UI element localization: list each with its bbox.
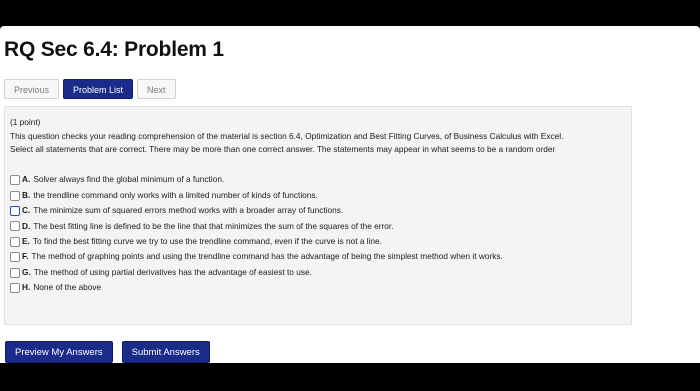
choice-text: the trendline command only works with a … <box>33 189 318 200</box>
problem-intro: This question checks your reading compre… <box>10 130 564 141</box>
choice-g[interactable]: G. The method of using partial derivativ… <box>10 265 626 280</box>
choice-f[interactable]: F. The method of graphing points and usi… <box>10 249 626 264</box>
choice-e[interactable]: E. To find the best fitting curve we try… <box>10 234 626 249</box>
choice-letter: F. <box>22 251 29 262</box>
problem-instructions: Select all statements that are correct. … <box>10 144 556 154</box>
choice-letter: D. <box>22 220 31 231</box>
choice-letter: H. <box>22 282 31 293</box>
choice-letter: C. <box>22 205 31 216</box>
problem-page: RQ Sec 6.4: Problem 1 Previous Problem L… <box>0 26 700 363</box>
previous-button[interactable]: Previous <box>4 79 60 99</box>
checkbox[interactable] <box>10 175 20 186</box>
choice-text: The best fitting line is defined to be t… <box>33 220 394 231</box>
choice-letter: E. <box>22 236 30 246</box>
choice-text: To find the best fitting curve we try to… <box>32 236 382 246</box>
choice-letter: A. <box>22 174 31 185</box>
choice-text: The minimize sum of squared errors metho… <box>33 205 344 216</box>
problem-list-button[interactable]: Problem List <box>63 79 134 99</box>
choice-text: Solver always find the global minimum of… <box>33 174 225 185</box>
checkbox[interactable] <box>10 236 20 247</box>
submit-answers-button[interactable]: Submit Answers <box>121 341 210 363</box>
choice-text: None of the above <box>33 282 102 293</box>
problem-nav: Previous Problem List Next <box>4 79 176 99</box>
checkbox[interactable] <box>10 267 20 278</box>
choice-d[interactable]: D. The best fitting line is defined to b… <box>10 219 626 234</box>
choice-text: The method of using partial derivatives … <box>33 266 312 277</box>
choice-b[interactable]: B. the trendline command only works with… <box>10 188 626 203</box>
checkbox[interactable] <box>10 205 20 216</box>
preview-answers-button[interactable]: Preview My Answers <box>5 341 113 363</box>
problem-points: (1 point) <box>10 117 41 127</box>
choice-list: A. Solver always find the global minimum… <box>10 173 626 296</box>
choice-h[interactable]: H. None of the above <box>10 280 626 295</box>
page-title: RQ Sec 6.4: Problem 1 <box>4 38 224 61</box>
choice-letter: G. <box>22 266 31 277</box>
choice-letter: B. <box>22 189 31 200</box>
choice-a[interactable]: A. Solver always find the global minimum… <box>10 173 626 188</box>
answer-actions: Preview My Answers Submit Answers <box>5 341 210 363</box>
checkbox[interactable] <box>10 190 20 201</box>
checkbox[interactable] <box>10 282 20 293</box>
choice-text: The method of graphing points and using … <box>31 251 503 262</box>
checkbox[interactable] <box>10 252 20 263</box>
problem-panel: (1 point) This question checks your read… <box>4 106 632 325</box>
choice-c[interactable]: C. The minimize sum of squared errors me… <box>10 203 626 218</box>
checkbox[interactable] <box>10 221 20 232</box>
next-button[interactable]: Next <box>137 79 176 99</box>
